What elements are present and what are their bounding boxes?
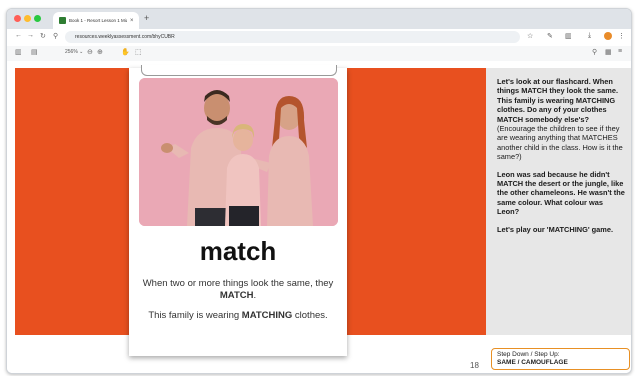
panel-icon[interactable]: ▦ xyxy=(605,48,612,56)
forward-icon[interactable]: → xyxy=(27,32,34,39)
reload-icon[interactable]: ↻ xyxy=(40,32,46,40)
browser-tab[interactable]: Book 1 - Resort Lesson 1 Middle × xyxy=(53,12,139,29)
caption-end: clothes. xyxy=(292,310,328,321)
sidebar-toggle-icon[interactable]: ▥ xyxy=(15,48,22,56)
flashcard-word: match xyxy=(199,236,277,266)
browser-window: Book 1 - Resort Lesson 1 Middle × + ← → … xyxy=(6,8,632,374)
page-number: 18 xyxy=(470,361,479,370)
tab-favicon-icon xyxy=(59,17,66,24)
caption-text: This family is wearing xyxy=(148,310,242,321)
tab-close-icon[interactable]: × xyxy=(130,18,134,24)
zoom-level[interactable]: 256% ⌄ xyxy=(65,49,83,55)
download-icon[interactable]: ⤓ xyxy=(588,32,591,40)
step-box-label: Step Down / Step Up: xyxy=(497,351,560,358)
site-info-icon[interactable]: ⚲ xyxy=(53,32,58,40)
close-window-button[interactable] xyxy=(14,15,21,22)
caption-keyword: MATCHING xyxy=(241,310,293,321)
previous-card-edge xyxy=(141,65,337,76)
hand-tool-icon[interactable]: ✋ xyxy=(121,48,130,56)
notes-paragraph-1: Let's look at our flashcard. When things… xyxy=(497,77,625,162)
thumbnail-icon[interactable]: ▤ xyxy=(31,48,38,56)
family-illustration xyxy=(139,78,338,226)
address-toolbar: ← → ↻ ⚲ resources.weeklyassessment.com/b… xyxy=(7,29,631,47)
pdf-page-view: Let's look at our flashcard. When things… xyxy=(7,61,631,373)
notes-instruction: (Encourage the children to see if they a… xyxy=(497,124,623,162)
flashcard-definition: When two or more things look the same, t… xyxy=(129,278,347,302)
new-tab-button[interactable]: + xyxy=(144,13,149,23)
minimize-window-button[interactable] xyxy=(24,15,31,22)
select-tool-icon[interactable]: ⬚ xyxy=(135,48,142,56)
flashcard-caption: This family is wearing MATCHING clothes. xyxy=(129,310,347,322)
step-box-value: SAME / CAMOUFLAGE xyxy=(497,359,568,366)
definition-end: . xyxy=(253,290,257,301)
notes-question: Let's look at our flashcard. When things… xyxy=(497,77,618,124)
notes-paragraph-3: Let's play our 'MATCHING' game. xyxy=(497,224,614,234)
more-options-icon[interactable]: ≡ xyxy=(618,48,622,55)
tab-title: Book 1 - Resort Lesson 1 Middle xyxy=(69,18,127,23)
zoom-out-icon[interactable]: ⊖ xyxy=(87,48,93,56)
profile-avatar[interactable] xyxy=(604,32,612,40)
browser-menu-icon[interactable]: ⋮ xyxy=(618,32,625,40)
back-icon[interactable]: ← xyxy=(15,32,22,39)
teacher-notes: Let's look at our flashcard. When things… xyxy=(486,68,631,335)
flashcard: match When two or more things look the s… xyxy=(129,65,347,356)
definition-text: When two or more things look the same, t… xyxy=(142,278,334,289)
bookmark-star-icon[interactable]: ☆ xyxy=(527,32,533,40)
notes-paragraph-2: Leon was sad because he didn't MATCH the… xyxy=(497,169,625,217)
maximize-window-button[interactable] xyxy=(34,15,41,22)
extension-icon[interactable]: ✎ xyxy=(547,32,553,40)
family-photo xyxy=(139,78,338,226)
search-icon[interactable]: ⚲ xyxy=(592,48,597,56)
url-input[interactable]: resources.weeklyassessment.com/bhyCUBR xyxy=(65,31,520,43)
step-box: Step Down / Step Up: SAME / CAMOUFLAGE xyxy=(491,348,630,370)
definition-keyword: MATCH xyxy=(219,290,254,301)
pdf-save-icon[interactable]: ▥ xyxy=(565,32,572,40)
title-bar: Book 1 - Resort Lesson 1 Middle × + xyxy=(7,9,631,29)
zoom-in-icon[interactable]: ⊕ xyxy=(97,48,103,56)
pdf-toolbar: ▥ ▤ 256% ⌄ ⊖ ⊕ ✋ ⬚ ⚲ ▦ ≡ xyxy=(7,46,631,62)
